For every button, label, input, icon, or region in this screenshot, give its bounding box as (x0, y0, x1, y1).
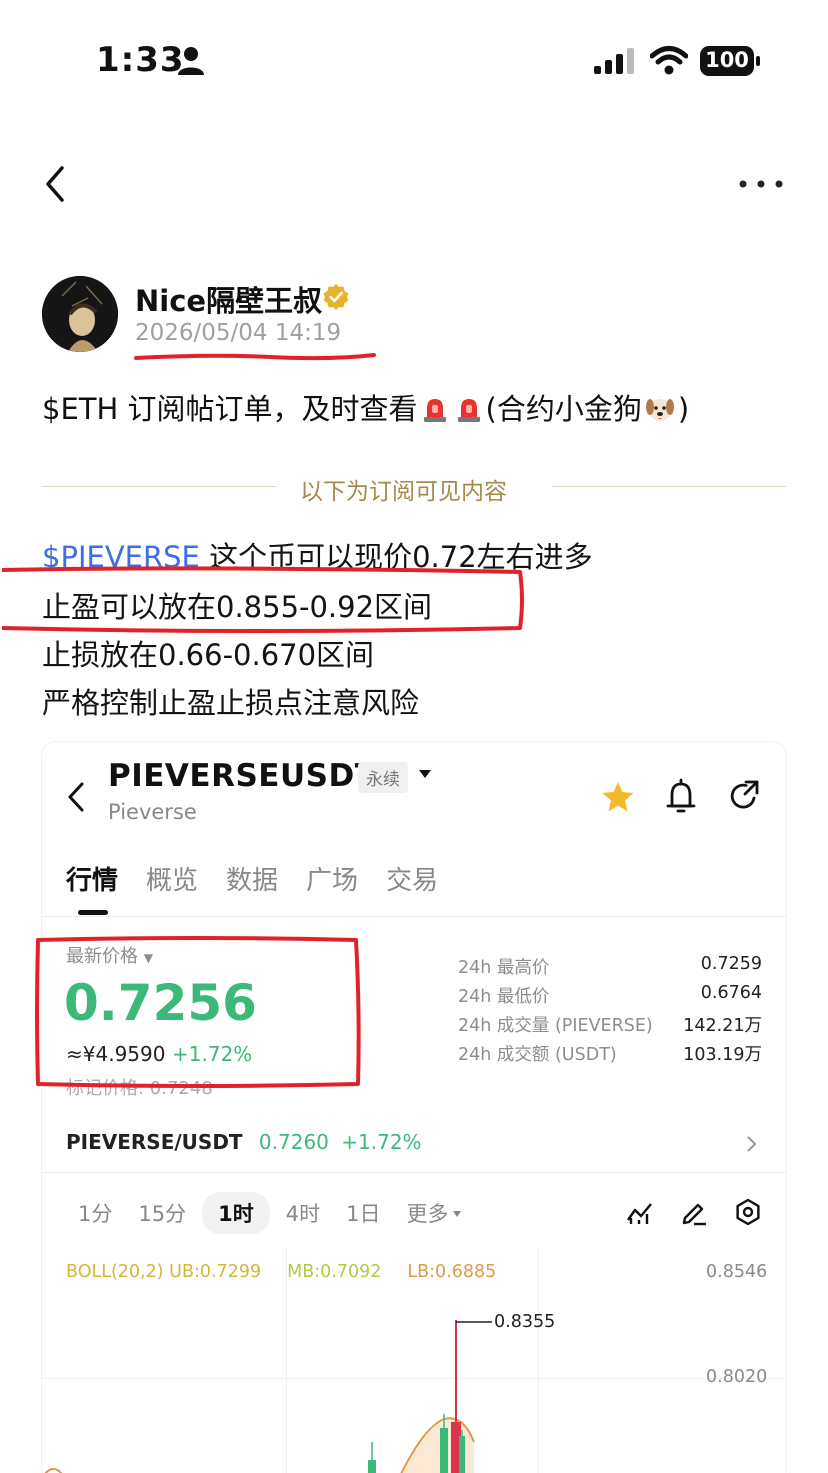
active-tab-indicator (78, 910, 108, 915)
verified-badge-icon (323, 284, 349, 310)
interval-1m: 1分 (78, 1202, 113, 1226)
tab-square: 广场 (306, 866, 359, 896)
chart-settings-icon (736, 1198, 760, 1226)
boll-ub: BOLL(20,2) UB:0.7299 (66, 1262, 262, 1282)
tab-trade: 交易 (386, 866, 439, 896)
avatar[interactable] (42, 276, 118, 352)
tab-data: 数据 (226, 866, 279, 896)
back-icon[interactable] (40, 164, 70, 204)
interval-1h: 1时 (202, 1192, 270, 1234)
stat-24h-low: 24h 最低价 0.6764 (458, 983, 762, 1007)
bell-icon (666, 778, 696, 813)
caret-down-icon (453, 1211, 462, 1217)
stat-24h-volume: 24h 成交量 (PIEVERSE) 142.21万 (458, 1016, 762, 1036)
caret-down-icon (419, 770, 431, 778)
share-icon (730, 780, 759, 809)
post-line-3: 止损放在0.66-0.670区间 (42, 638, 375, 672)
interval-4h: 4时 (285, 1202, 321, 1226)
cellular-signal-icon (594, 48, 634, 74)
timestamp-underline-annotation (134, 353, 376, 361)
stat-24h-turnover: 24h 成交额 (USDT) 103.19万 (458, 1045, 762, 1065)
indicator-icon (627, 1203, 652, 1224)
stat-24h-high: 24h 最高价 0.7259 (458, 954, 762, 978)
pair-name: PIEVERSE/USDT (66, 1130, 243, 1154)
divider-line-right (552, 486, 786, 487)
price-axis-top: 0.8546 (706, 1262, 768, 1282)
price-box-annotation (35, 936, 361, 1088)
wifi-icon (650, 46, 688, 75)
spot-pair-row: PIEVERSE/USDT 0.7260 +1.72% (66, 1130, 422, 1154)
divider (42, 1172, 786, 1173)
candlestick-chart (44, 1320, 492, 1473)
candle (440, 1428, 448, 1473)
post-title-end: ) (677, 392, 690, 426)
symbol-title: PIEVERSEUSDT (108, 758, 377, 794)
chevron-right-icon (747, 1136, 757, 1152)
interval-15m: 15分 (138, 1202, 187, 1226)
boll-mb: MB:0.7092 (287, 1262, 382, 1282)
post-title-suffix: (合约小金狗 (485, 392, 642, 426)
divider (42, 916, 786, 917)
boll-lower-line (44, 1467, 63, 1473)
pair-change: +1.72% (341, 1130, 422, 1154)
boll-indicator: BOLL(20,2) UB:0.7299 MB:0.7092 LB:0.6885 (66, 1262, 496, 1282)
author-name[interactable]: Nice隔壁王叔 (135, 278, 322, 320)
battery-indicator: 100 (700, 46, 760, 76)
subscriber-divider-label: 以下为订阅可见内容 (300, 479, 507, 505)
back-icon (68, 782, 84, 812)
avatar-image (42, 276, 118, 352)
symbol-subtitle: Pieverse (108, 800, 197, 824)
take-profit-highlight-annotation (1, 566, 524, 633)
interval-selector: 1分 15分 1时 4时 1日 更多 (68, 1192, 472, 1234)
post-title-text: $ETH 订阅帖订单，及时查看 (42, 392, 418, 426)
dog-face-icon (645, 399, 674, 421)
embedded-trading-screenshot: PIEVERSEUSDT 永续 Pieverse 行情 概览 数据 广场 交易 … (42, 742, 786, 1473)
divider-line-left (42, 486, 276, 487)
battery-level: 100 (705, 48, 749, 72)
status-time: 1:33 (96, 40, 185, 80)
boll-lb: LB:0.6885 (407, 1262, 497, 1282)
star-icon (602, 782, 634, 812)
siren-icon (423, 399, 446, 422)
market-tabs: 行情 概览 数据 广场 交易 (66, 860, 438, 897)
interval-more: 更多 (396, 1192, 472, 1234)
post-title: $ETH 订阅帖订单，及时查看 (合约小金狗) (42, 386, 689, 428)
interval-1d: 1日 (346, 1202, 381, 1226)
candle (368, 1460, 376, 1473)
tab-overview: 概览 (146, 866, 199, 896)
siren-icon (457, 399, 480, 422)
draw-tool-icon (682, 1203, 706, 1226)
post-timestamp: 2026/05/04 14:19 (135, 320, 342, 346)
tab-market: 行情 (66, 866, 119, 896)
more-icon[interactable] (738, 176, 784, 192)
contract-type-tag: 永续 (358, 762, 408, 793)
candle (459, 1436, 465, 1473)
person-icon (178, 47, 204, 75)
peak-price-label: 0.8355 (494, 1312, 556, 1332)
pair-price: 0.7260 (258, 1130, 329, 1154)
post-line-4: 严格控制止盈止损点注意风险 (42, 686, 420, 720)
